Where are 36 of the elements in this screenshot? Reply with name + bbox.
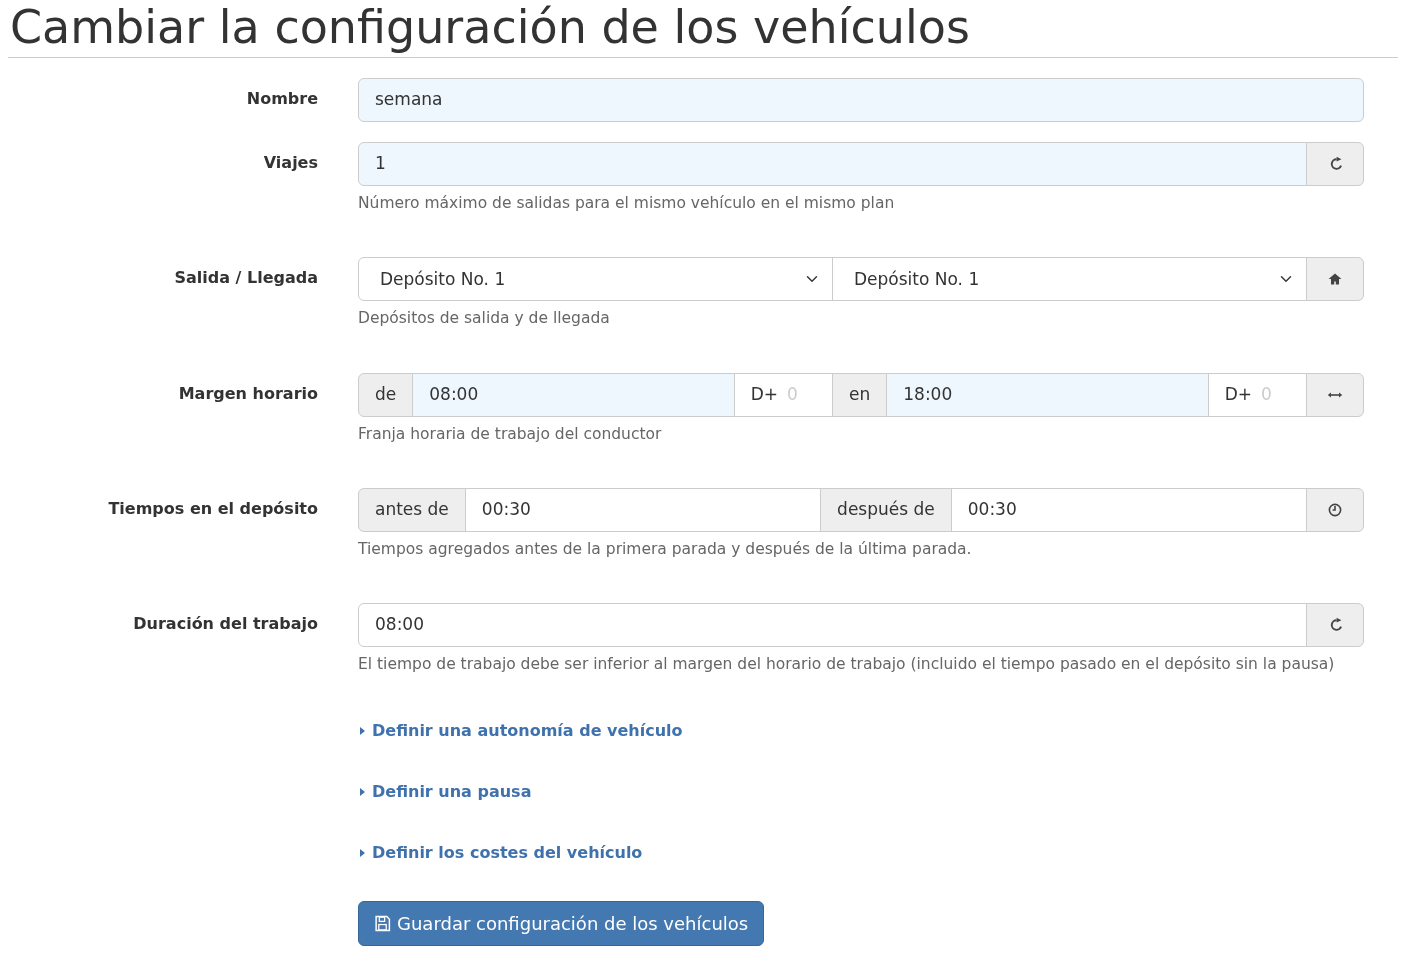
help-text: Número máximo de salidas para el mismo vehículo en el mismo plan — [358, 193, 896, 215]
help-text: Depósitos de salida y de llegada — [358, 308, 611, 330]
field-prefix: en — [832, 372, 888, 417]
field-prefix: antes de — [358, 487, 466, 532]
field-label: Nombre — [246, 89, 318, 109]
clock-icon — [1327, 501, 1343, 518]
dropdown[interactable]: Depósito No. 1 — [832, 257, 1307, 302]
text-field[interactable]: 00:30 — [950, 487, 1307, 532]
text-field[interactable]: 00:30 — [464, 487, 822, 532]
text-field[interactable]: semana — [358, 78, 1364, 123]
text-field[interactable]: 18:00 — [886, 372, 1209, 417]
help-text: Franja horaria de trabajo del conductor — [358, 423, 663, 445]
expand-link[interactable]: Definir los costes del vehículo — [358, 841, 643, 866]
field-label: Duración del trabajo — [133, 614, 318, 634]
field-prefix: de — [358, 372, 414, 417]
help-text: El tiempo de trabajo debe ser inferior al margen del horario de trabajo (incluido el tiempo pasado en el depósito sin la pausa) — [358, 654, 1336, 676]
field-prefix: después de — [820, 487, 952, 532]
icon-button[interactable] — [1306, 487, 1364, 532]
text-field[interactable]: 1 — [358, 142, 1307, 187]
help-text: Tiempos agregados antes de la primera parada y después de la última parada. — [358, 538, 973, 560]
save-button[interactable]: Guardar configuración de los vehículos — [358, 901, 765, 947]
page-title: Cambiar la configuración de los vehículos — [9, 0, 971, 56]
caret-icon — [358, 727, 366, 736]
caret-icon — [358, 849, 366, 858]
house-icon — [1327, 271, 1343, 288]
field-label: Tiempos en el depósito — [108, 498, 318, 518]
dropdown[interactable]: Depósito No. 1 — [358, 257, 833, 302]
text-field[interactable]: 08:00 — [358, 603, 1307, 648]
caret-icon — [358, 788, 366, 797]
expand-link[interactable]: Definir una pausa — [358, 780, 532, 805]
field-label: Viajes — [263, 153, 318, 173]
field-label: Margen horario — [178, 383, 318, 403]
field-label: Salida / Llegada — [174, 268, 318, 288]
expand-link[interactable]: Definir una autonomía de vehículo — [358, 719, 683, 744]
icon-button[interactable] — [1306, 257, 1364, 302]
text-field[interactable]: 08:00 — [412, 372, 735, 417]
